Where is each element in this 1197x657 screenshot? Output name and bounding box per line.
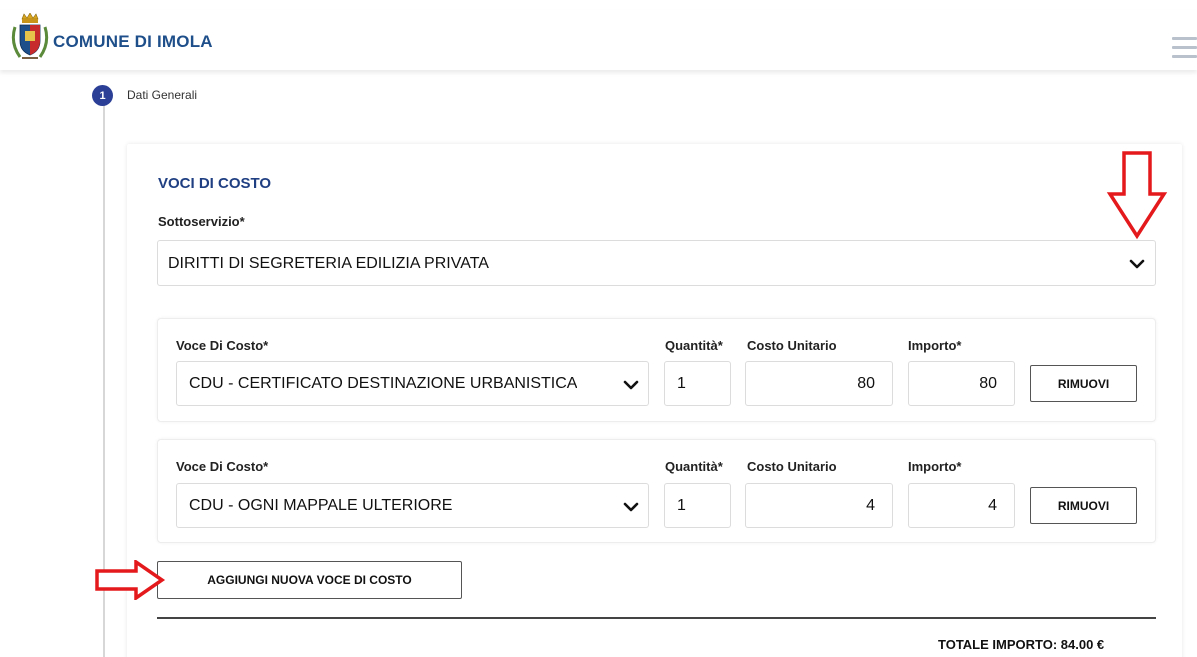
sottoservizio-select[interactable]: DIRITTI DI SEGRETERIA EDILIZIA PRIVATA [157, 240, 1156, 286]
quantita-input[interactable]: 1 [664, 361, 731, 406]
quantita-label: Quantità* [665, 338, 723, 353]
step-label[interactable]: Dati Generali [127, 88, 197, 102]
section-title: VOCI DI COSTO [158, 175, 272, 192]
quantita-input[interactable]: 1 [664, 483, 731, 528]
importo-value: 80 [979, 375, 997, 392]
costo-unitario-input[interactable]: 80 [745, 361, 893, 406]
total-divider [157, 617, 1156, 619]
importo-value: 4 [988, 497, 997, 514]
step-number-badge[interactable]: 1 [92, 85, 113, 106]
voce-select[interactable]: CDU - CERTIFICATO DESTINAZIONE URBANISTI… [176, 361, 649, 406]
costo-unitario-value: 80 [857, 375, 875, 392]
voce-value: CDU - CERTIFICATO DESTINAZIONE URBANISTI… [189, 375, 578, 392]
costo-unitario-label: Costo Unitario [747, 338, 837, 353]
sottoservizio-label: Sottoservizio* [158, 214, 245, 229]
app-header: COMUNE DI IMOLA [0, 10, 1197, 70]
chevron-down-icon [623, 502, 639, 512]
costo-unitario-value: 4 [866, 497, 875, 514]
down-arrow-annotation-icon [1106, 151, 1168, 240]
right-arrow-annotation-icon [95, 560, 166, 600]
voce-value: CDU - OGNI MAPPALE ULTERIORE [189, 497, 453, 514]
brand-title[interactable]: COMUNE DI IMOLA [53, 32, 213, 52]
importo-input[interactable]: 80 [908, 361, 1015, 406]
importo-input[interactable]: 4 [908, 483, 1015, 528]
chevron-down-icon [623, 380, 639, 390]
remove-button[interactable]: RIMUOVI [1030, 487, 1137, 524]
chevron-down-icon [1129, 259, 1145, 269]
remove-button[interactable]: RIMUOVI [1030, 365, 1137, 402]
sottoservizio-value: DIRITTI DI SEGRETERIA EDILIZIA PRIVATA [168, 255, 489, 272]
quantita-label: Quantità* [665, 459, 723, 474]
quantita-value: 1 [677, 375, 686, 392]
total-amount: TOTALE IMPORTO: 84.00 € [938, 637, 1105, 652]
costo-unitario-input[interactable]: 4 [745, 483, 893, 528]
voce-label: Voce Di Costo* [176, 459, 269, 474]
costo-unitario-label: Costo Unitario [747, 459, 837, 474]
city-crest-icon[interactable] [10, 12, 50, 63]
quantita-value: 1 [677, 497, 686, 514]
hamburger-menu-icon[interactable] [1172, 37, 1197, 59]
importo-label: Importo* [908, 338, 962, 353]
voce-label: Voce Di Costo* [176, 338, 269, 353]
voce-select[interactable]: CDU - OGNI MAPPALE ULTERIORE [176, 483, 649, 528]
add-cost-item-button[interactable]: AGGIUNGI NUOVA VOCE DI COSTO [157, 561, 462, 599]
importo-label: Importo* [908, 459, 962, 474]
